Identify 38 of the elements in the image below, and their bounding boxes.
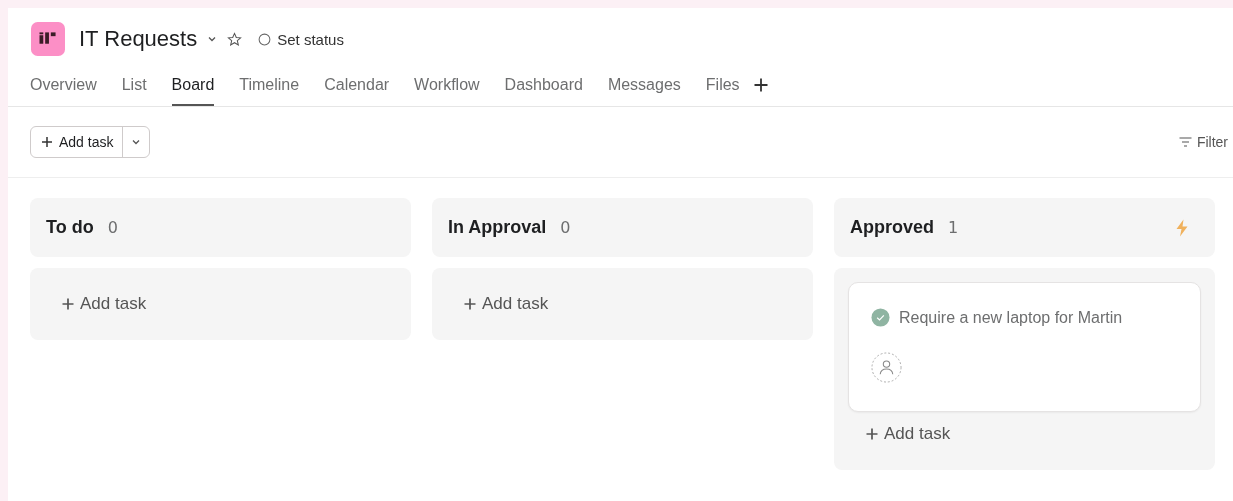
task-count: 0 [560, 218, 571, 237]
project-board-icon [31, 22, 65, 56]
plus-icon [464, 298, 476, 310]
task-count: 0 [107, 218, 118, 237]
tab[interactable]: Board [171, 76, 215, 106]
caret-icon[interactable] [131, 137, 142, 147]
add-task-button[interactable]: Add task [44, 282, 165, 324]
tab[interactable]: Timeline [239, 76, 300, 106]
filter-button[interactable]: Filter [1178, 134, 1228, 150]
circle-icon [258, 32, 272, 46]
check-circle-icon[interactable] [871, 308, 890, 327]
task-card[interactable]: Require a new laptop for Martin [848, 282, 1201, 412]
assignee-placeholder-icon[interactable] [871, 352, 902, 383]
add-task-button[interactable]: Add task [848, 412, 969, 454]
plus-icon [41, 136, 53, 148]
tab[interactable]: List [121, 76, 147, 106]
add-task-split-button[interactable]: Add task [30, 126, 151, 158]
chevron-down-icon[interactable] [207, 34, 218, 44]
column-title: To do [46, 217, 94, 238]
plus-icon [62, 298, 74, 310]
tab[interactable]: Files [705, 76, 740, 106]
set-status-button[interactable]: Set status [258, 30, 344, 48]
task-title: Require a new laptop for Martin [899, 308, 1123, 327]
column-title: In Approval [448, 217, 547, 238]
add-tab-icon[interactable] [752, 77, 769, 93]
column-title: Approved [850, 217, 934, 238]
tab[interactable]: Dashboard [504, 76, 583, 106]
add-task-label[interactable]: Add task [59, 134, 114, 150]
task-count: 1 [948, 218, 959, 237]
tab[interactable]: Calendar [324, 76, 390, 106]
star-icon[interactable] [227, 31, 243, 47]
plus-icon [866, 428, 878, 440]
tab[interactable]: Workflow [414, 76, 480, 106]
tab[interactable]: Messages [607, 76, 681, 106]
tab[interactable]: Overview [30, 76, 97, 106]
filter-icon [1178, 137, 1192, 147]
project-title: IT Requests [79, 26, 198, 52]
add-task-button[interactable]: Add task [446, 282, 567, 324]
